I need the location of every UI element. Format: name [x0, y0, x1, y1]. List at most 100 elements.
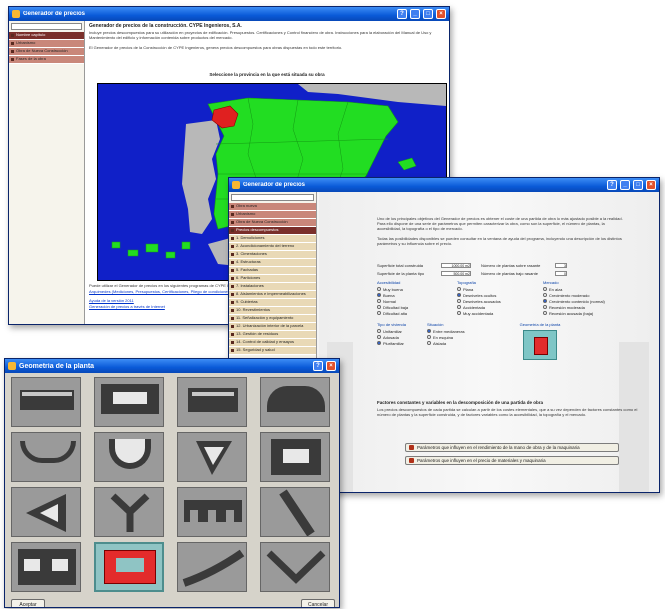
accessibility-group: Accesibilidad Muy buena Buena Normal Dif… [377, 280, 447, 316]
help-button[interactable]: ? [607, 180, 617, 190]
radio-groups: Accesibilidad Muy buena Buena Normal Dif… [377, 280, 629, 316]
materials-parameters-button[interactable]: Parámetros que influyen en el precio de … [405, 456, 619, 465]
intro-text-2: Todas las posibilidades disponibles se p… [377, 236, 622, 246]
dialog-title: Geometría de la planta [19, 362, 95, 370]
floors-input[interactable]: 0 [555, 270, 567, 276]
cancel-button[interactable]: Cancelar [301, 599, 335, 607]
geometry-preview[interactable] [523, 330, 557, 360]
sidebar-item[interactable]: Urbanismo [229, 211, 316, 219]
search-input[interactable] [231, 194, 314, 201]
geometry-option[interactable] [94, 487, 164, 537]
chapter-item[interactable]: 3. Cimentaciones [229, 251, 316, 259]
geometry-option[interactable] [177, 377, 247, 427]
main-content: Generador de precios de la construcción.… [89, 23, 445, 79]
map-title: Seleccione la provincia en la que está s… [209, 72, 325, 77]
geometry-option[interactable] [260, 542, 330, 592]
intro-text: Uno de los principales objetivos del Gen… [377, 216, 623, 231]
parameters-icon [409, 445, 414, 450]
page-title: Generador de precios de la construcción.… [89, 23, 242, 29]
field-label: Número de plantas sobre rasante [481, 262, 541, 268]
chapter-item[interactable]: 9. Cubiertas [229, 299, 316, 307]
floors-input[interactable]: 3 [555, 262, 567, 268]
sidebar-item[interactable]: Obra de Nueva Construcción [229, 219, 316, 227]
geometry-option[interactable] [94, 432, 164, 482]
geometria-planta-dialog: Geometría de la planta ? × Aceptar Cance… [4, 358, 340, 608]
parameters-icon [409, 458, 414, 463]
chapter-item[interactable]: 12. Urbanización interior de la parcela [229, 323, 316, 331]
search-input[interactable] [11, 23, 82, 30]
factors-section: Factores constantes y variables en la de… [377, 400, 641, 425]
radio-option[interactable]: Dificultad alta [377, 310, 447, 316]
close-button[interactable]: × [646, 180, 656, 190]
sidebar-item[interactable]: Fases de la obra [9, 56, 84, 64]
maximize-button[interactable]: □ [423, 9, 433, 19]
surface-input[interactable]: 500.00 m2 [441, 270, 471, 276]
intro-text-2: El Generador de precios de la Construcci… [89, 45, 343, 50]
surface-input[interactable]: 1000.00 m2 [441, 262, 471, 268]
canary-islands[interactable] [111, 241, 191, 259]
maximize-button[interactable]: □ [633, 180, 643, 190]
chapter-item[interactable]: 1. Demoliciones [229, 235, 316, 243]
sidebar-item[interactable]: Urbanismo [9, 40, 84, 48]
sidebar-item[interactable]: Obra nueva [229, 203, 316, 211]
chapter-item[interactable]: 8. Aislamientos e impermeabilizaciones [229, 291, 316, 299]
sidebar-item[interactable]: Obra de Nueva Construcción [9, 48, 84, 56]
radio-option[interactable]: Plurifamiliar [377, 340, 421, 346]
field-label: Superficie total construida [377, 262, 424, 268]
chapter-item[interactable]: 15. Seguridad y salud [229, 347, 316, 355]
field-label: Número de plantas bajo rasante [481, 270, 538, 276]
section-title: Factores constantes y variables en la de… [377, 400, 544, 405]
radio-option[interactable]: Aislada [427, 340, 483, 346]
geometry-option[interactable] [177, 432, 247, 482]
radio-option[interactable]: Recesión acusada (baja) [543, 310, 629, 316]
geometry-option[interactable] [94, 377, 164, 427]
chapter-item[interactable]: 10. Revestimientos [229, 307, 316, 315]
app-icon [12, 10, 20, 18]
chapter-item[interactable]: 14. Control de calidad y ensayos [229, 339, 316, 347]
geometry-option[interactable] [260, 432, 330, 482]
labor-parameters-button[interactable]: Parámetros que influyen en el rendimient… [405, 443, 619, 452]
field-label: Superficie de la planta tipo [377, 270, 425, 276]
geometry-box[interactable]: Geometría de la planta [515, 322, 565, 368]
chapter-item[interactable]: 2. Acondicionamiento del terreno [229, 243, 316, 251]
field-row: Superficie total construida 1000.00 m2 N… [377, 262, 629, 268]
chapter-item[interactable]: 6. Particiones [229, 275, 316, 283]
geometry-option[interactable] [260, 487, 330, 537]
balearic-islands[interactable] [397, 157, 417, 171]
sidebar-item[interactable]: Precios descompuestos [229, 227, 316, 235]
window-titlebar[interactable]: Generador de precios ? _ □ × [229, 178, 659, 192]
help-button[interactable]: ? [313, 361, 323, 371]
button-label: Parámetros que influyen en el rendimient… [417, 445, 580, 450]
help-button[interactable]: ? [397, 9, 407, 19]
minimize-button[interactable]: _ [410, 9, 420, 19]
geometry-option[interactable] [11, 432, 81, 482]
chapter-item[interactable]: 13. Gestión de residuos [229, 331, 316, 339]
geometry-option-selected[interactable] [94, 542, 164, 592]
close-button[interactable]: × [326, 361, 336, 371]
geometry-option[interactable] [11, 377, 81, 427]
dialog-titlebar[interactable]: Geometría de la planta ? × [5, 359, 339, 373]
sidebar-item[interactable]: Nombre capítulo [9, 32, 84, 40]
chapter-item[interactable]: 5. Fachadas [229, 267, 316, 275]
geometry-option[interactable] [260, 377, 330, 427]
minimize-button[interactable]: _ [620, 180, 630, 190]
accept-button[interactable]: Aceptar [11, 599, 45, 607]
close-button[interactable]: × [436, 9, 446, 19]
app-icon [8, 362, 16, 370]
window-titlebar[interactable]: Generador de precios ? _ □ × [9, 7, 449, 21]
radio-option[interactable]: Muy accidentada [457, 310, 533, 316]
market-group: Mercado En alza Crecimiento moderado Cre… [543, 280, 629, 316]
geometry-option[interactable] [11, 542, 81, 592]
geometry-option[interactable] [11, 487, 81, 537]
geometry-label: Geometría de la planta [519, 322, 561, 327]
geometry-option[interactable] [177, 487, 247, 537]
chapter-item[interactable]: 11. Señalización y equipamiento [229, 315, 316, 323]
chapter-item[interactable]: 7. Instalaciones [229, 283, 316, 291]
chapter-item[interactable]: 4. Estructuras [229, 259, 316, 267]
radio-groups-2: Tipo de vivienda Unifamiliar Adosada Plu… [377, 322, 629, 368]
window-title: Generador de precios [243, 182, 306, 188]
geometry-option[interactable] [177, 542, 247, 592]
parameters-panel: Superficie total construida 1000.00 m2 N… [377, 262, 629, 368]
topography-group: Topografía Plana Desniveles ocultos Desn… [457, 280, 533, 316]
situation-group: Situación Entre medianeras En esquina Ai… [427, 322, 483, 368]
